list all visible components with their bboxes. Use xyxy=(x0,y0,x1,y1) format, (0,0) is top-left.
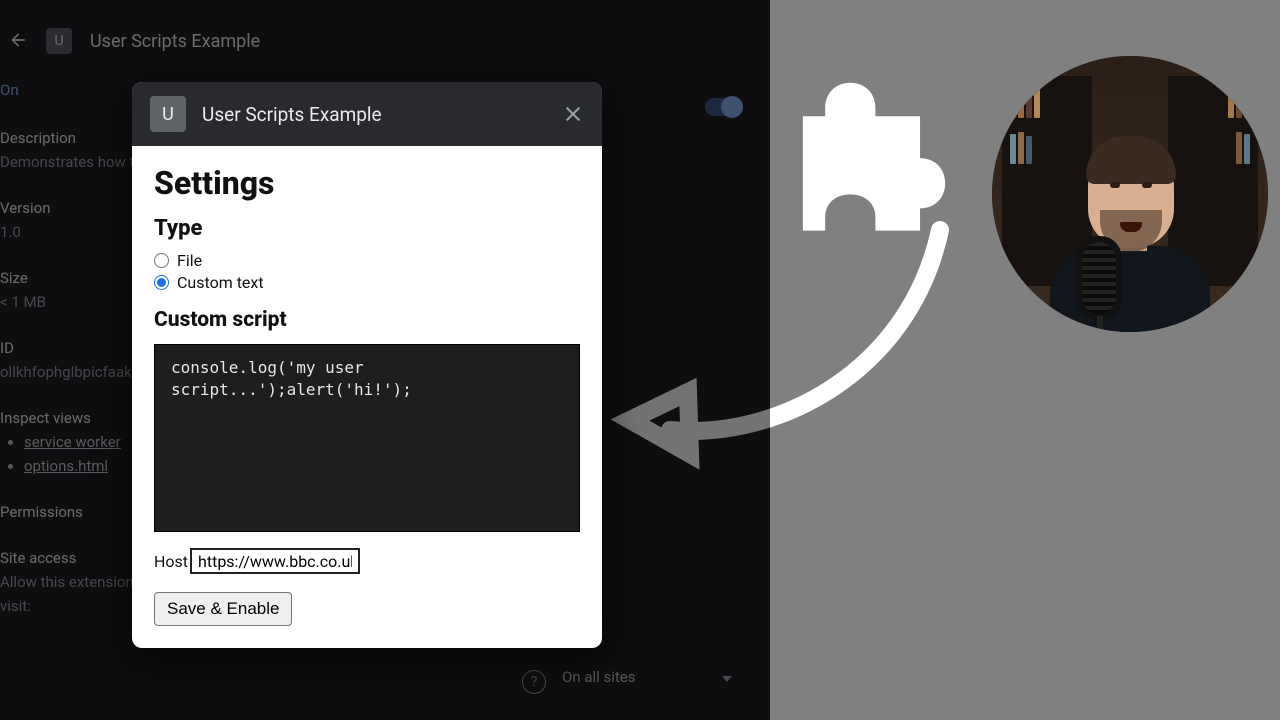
type-radio-file[interactable]: File xyxy=(154,251,580,270)
puzzle-piece-icon xyxy=(802,80,952,245)
host-label: Host xyxy=(154,552,188,571)
close-icon[interactable] xyxy=(562,103,584,125)
dialog-title: User Scripts Example xyxy=(202,103,546,126)
inspect-link-options-html[interactable]: options.html xyxy=(24,457,108,475)
type-radio-custom-input[interactable] xyxy=(154,275,169,290)
custom-script-heading: Custom script xyxy=(154,308,580,332)
type-radio-custom-label: Custom text xyxy=(177,273,264,292)
save-enable-button[interactable]: Save & Enable xyxy=(154,592,292,626)
extension-enable-toggle[interactable] xyxy=(705,98,743,116)
host-input[interactable] xyxy=(190,548,360,574)
back-icon[interactable] xyxy=(8,30,28,50)
type-radio-file-input[interactable] xyxy=(154,253,169,268)
type-heading: Type xyxy=(154,216,580,241)
inspect-link-service-worker[interactable]: service worker xyxy=(24,433,121,451)
settings-heading: Settings xyxy=(154,164,580,202)
help-icon[interactable]: ? xyxy=(522,670,546,694)
page-title: User Scripts Example xyxy=(90,31,260,52)
extension-icon-small: U xyxy=(46,28,72,54)
settings-dialog: U User Scripts Example Settings Type Fil… xyxy=(132,82,602,648)
chevron-down-icon xyxy=(722,676,732,682)
webcam-overlay xyxy=(992,56,1268,332)
custom-script-textarea[interactable] xyxy=(154,344,580,532)
extension-icon: U xyxy=(150,96,186,132)
type-radio-file-label: File xyxy=(177,251,202,270)
type-radio-custom[interactable]: Custom text xyxy=(154,273,580,292)
site-access-select[interactable]: On all sites xyxy=(562,668,636,686)
